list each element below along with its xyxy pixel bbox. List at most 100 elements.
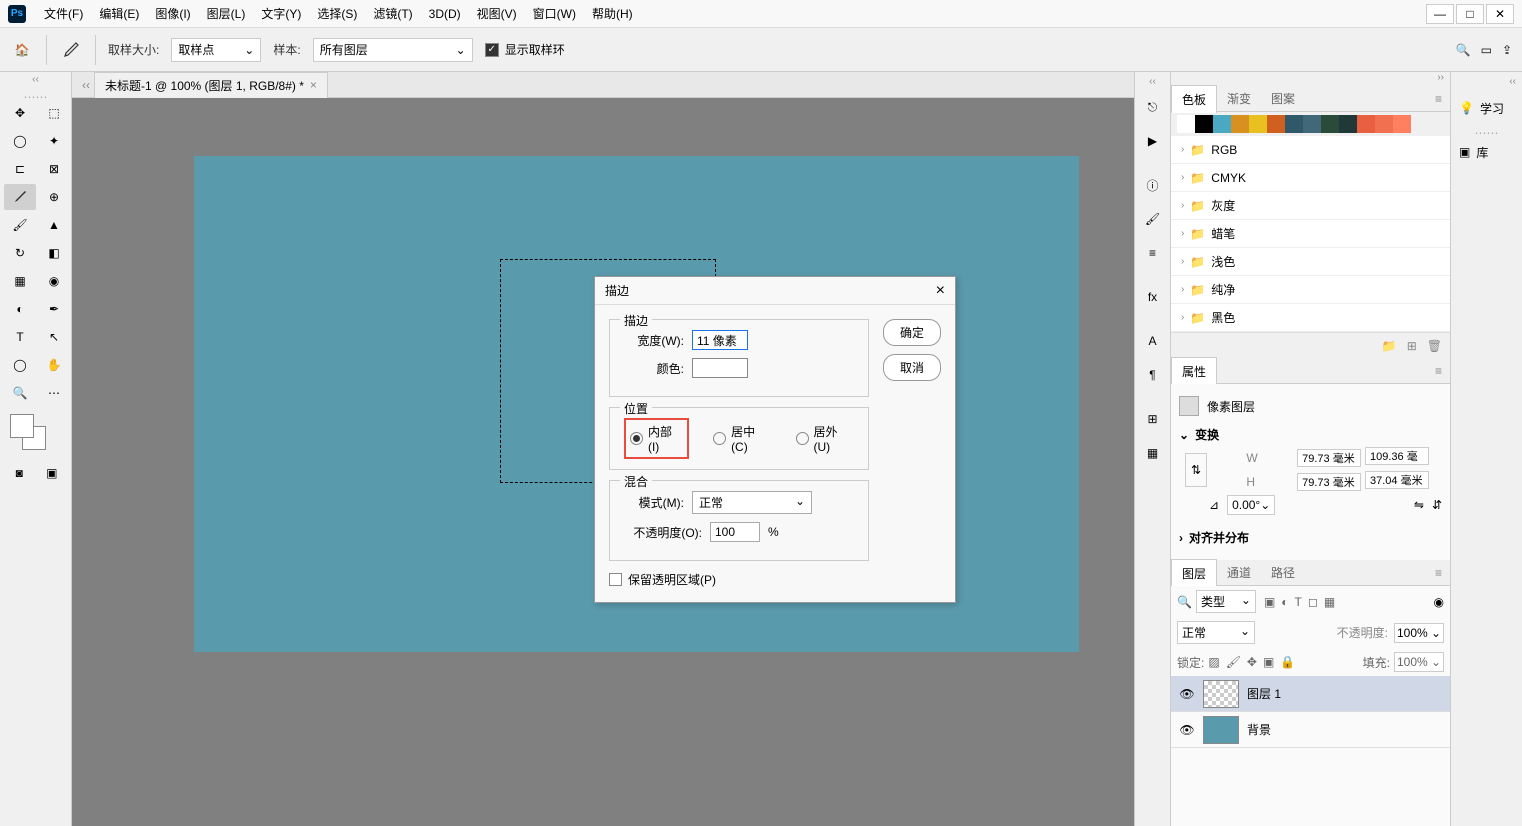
paragraph-icon[interactable]: ¶: [1139, 358, 1167, 392]
tab-properties[interactable]: 属性: [1171, 357, 1217, 385]
collapse-icon[interactable]: ‹‹: [0, 74, 71, 90]
swatch-color[interactable]: [1249, 115, 1267, 133]
width-input[interactable]: [1297, 449, 1361, 467]
swatch-color[interactable]: [1285, 115, 1303, 133]
eyedropper-tool[interactable]: [4, 184, 36, 210]
menu-text[interactable]: 文字(Y): [253, 1, 309, 26]
pen-tool[interactable]: ✒: [38, 296, 70, 322]
eyedropper-icon[interactable]: [59, 38, 83, 62]
filter-text-icon[interactable]: T: [1295, 595, 1302, 609]
position-inside-radio[interactable]: [630, 432, 643, 445]
stroke-color-swatch[interactable]: [692, 358, 748, 378]
clone-source-icon[interactable]: ⊞: [1139, 402, 1167, 436]
tab-patterns[interactable]: 图案: [1261, 85, 1305, 112]
adjustments-icon[interactable]: ≡: [1139, 236, 1167, 270]
lock-position-icon[interactable]: ✥: [1247, 655, 1257, 669]
delete-icon[interactable]: 🗑: [1427, 339, 1442, 353]
hand-tool[interactable]: ✋: [38, 352, 70, 378]
swatch-color[interactable]: [1357, 115, 1375, 133]
angle-input[interactable]: 0.00°⌄: [1227, 495, 1275, 515]
tab-paths[interactable]: 路径: [1261, 559, 1305, 586]
swatch-folder[interactable]: ›📁CMYK: [1171, 164, 1450, 192]
move-tool[interactable]: ✥: [4, 100, 36, 126]
navigator-icon[interactable]: ▦: [1139, 436, 1167, 470]
path-tool[interactable]: ↖: [38, 324, 70, 350]
menu-edit[interactable]: 编辑(E): [91, 1, 147, 26]
panel-menu-icon[interactable]: ≡: [1427, 364, 1450, 378]
blur-tool[interactable]: ◉: [38, 268, 70, 294]
filter-type-select[interactable]: 类型⌄: [1196, 590, 1256, 613]
menu-view[interactable]: 视图(V): [469, 1, 525, 26]
swatch-folder[interactable]: ›📁浅色: [1171, 248, 1450, 276]
gradient-tool[interactable]: ▦: [4, 268, 36, 294]
new-swatch-icon[interactable]: ⊞: [1407, 339, 1417, 353]
menu-image[interactable]: 图像(I): [147, 1, 198, 26]
marquee-tool[interactable]: ⬚: [38, 100, 70, 126]
quickmask-tool[interactable]: ◙: [4, 460, 35, 486]
panel-menu-icon[interactable]: ≡: [1427, 92, 1450, 106]
position-outside-radio[interactable]: [796, 432, 809, 445]
preserve-transparency-checkbox[interactable]: [609, 573, 622, 586]
actions-icon[interactable]: ▶: [1139, 124, 1167, 158]
document-tab[interactable]: 未标题-1 @ 100% (图层 1, RGB/8#) * ×: [94, 72, 328, 98]
filter-toggle-icon[interactable]: ◉: [1434, 595, 1444, 609]
tab-channels[interactable]: 通道: [1217, 559, 1261, 586]
layer-thumbnail[interactable]: [1203, 716, 1239, 744]
character-icon[interactable]: A: [1139, 324, 1167, 358]
brush-tool[interactable]: 🖌: [4, 212, 36, 238]
tab-layers[interactable]: 图层: [1171, 559, 1217, 587]
eraser-tool[interactable]: ◧: [38, 240, 70, 266]
menu-file[interactable]: 文件(F): [36, 1, 91, 26]
collapse-icon[interactable]: ‹‹: [1451, 76, 1522, 90]
blend-mode-select[interactable]: 正常⌄: [1177, 621, 1255, 644]
history-brush-tool[interactable]: ↻: [4, 240, 36, 266]
info-icon[interactable]: ⓘ: [1139, 168, 1167, 202]
show-ring-checkbox[interactable]: ✓: [485, 43, 499, 57]
visibility-icon[interactable]: 👁: [1179, 723, 1195, 737]
close-window-button[interactable]: ✕: [1486, 4, 1514, 24]
search-icon[interactable]: 🔍: [1456, 43, 1471, 57]
filter-adjust-icon[interactable]: ◐: [1281, 595, 1288, 609]
width-input[interactable]: [692, 330, 748, 350]
swatch-folder[interactable]: ›📁灰度: [1171, 192, 1450, 220]
cancel-button[interactable]: 取消: [883, 354, 941, 381]
lock-artboard-icon[interactable]: ▣: [1263, 655, 1274, 669]
menu-filter[interactable]: 滤镜(T): [365, 1, 420, 26]
swatch-color[interactable]: [1267, 115, 1285, 133]
height-input[interactable]: [1297, 473, 1361, 491]
dialog-close-icon[interactable]: ×: [936, 282, 945, 300]
search-icon[interactable]: 🔍: [1177, 595, 1192, 609]
y-input[interactable]: [1365, 471, 1429, 489]
flip-h-icon[interactable]: ⇋: [1414, 498, 1424, 512]
screenmode-tool[interactable]: ▣: [37, 460, 68, 486]
collapse-left-icon[interactable]: ‹‹: [78, 78, 94, 92]
lock-all-icon[interactable]: 🔒: [1280, 655, 1295, 669]
crop-tool[interactable]: ⊏: [4, 156, 36, 182]
panel-menu-icon[interactable]: ≡: [1427, 566, 1450, 580]
foreground-color[interactable]: [10, 414, 34, 438]
menu-select[interactable]: 选择(S): [309, 1, 365, 26]
learn-button[interactable]: 💡学习: [1451, 90, 1522, 126]
tab-gradients[interactable]: 渐变: [1217, 85, 1261, 112]
layer-thumbnail[interactable]: [1203, 680, 1239, 708]
stamp-tool[interactable]: ▲: [38, 212, 70, 238]
swatch-color[interactable]: [1177, 115, 1195, 133]
menu-help[interactable]: 帮助(H): [584, 1, 641, 26]
tab-close-icon[interactable]: ×: [310, 78, 317, 92]
maximize-button[interactable]: □: [1456, 4, 1484, 24]
lock-image-icon[interactable]: 🖌: [1226, 655, 1241, 669]
opacity-select[interactable]: 100%⌄: [1394, 623, 1444, 643]
swatch-folder[interactable]: ›📁纯净: [1171, 276, 1450, 304]
swatch-color[interactable]: [1195, 115, 1213, 133]
swatch-folder[interactable]: ›📁黑色: [1171, 304, 1450, 332]
fill-select[interactable]: 100%⌄: [1394, 652, 1444, 672]
swatch-color[interactable]: [1213, 115, 1231, 133]
blend-mode-select[interactable]: 正常⌄: [692, 491, 812, 514]
menu-layer[interactable]: 图层(L): [199, 1, 254, 26]
brushes-icon[interactable]: 🖌: [1139, 202, 1167, 236]
swatch-color[interactable]: [1231, 115, 1249, 133]
swatch-folder[interactable]: ›📁蜡笔: [1171, 220, 1450, 248]
sample-layer-select[interactable]: 所有图层⌄: [313, 38, 473, 62]
opacity-input[interactable]: [710, 522, 760, 542]
minimize-button[interactable]: —: [1426, 4, 1454, 24]
